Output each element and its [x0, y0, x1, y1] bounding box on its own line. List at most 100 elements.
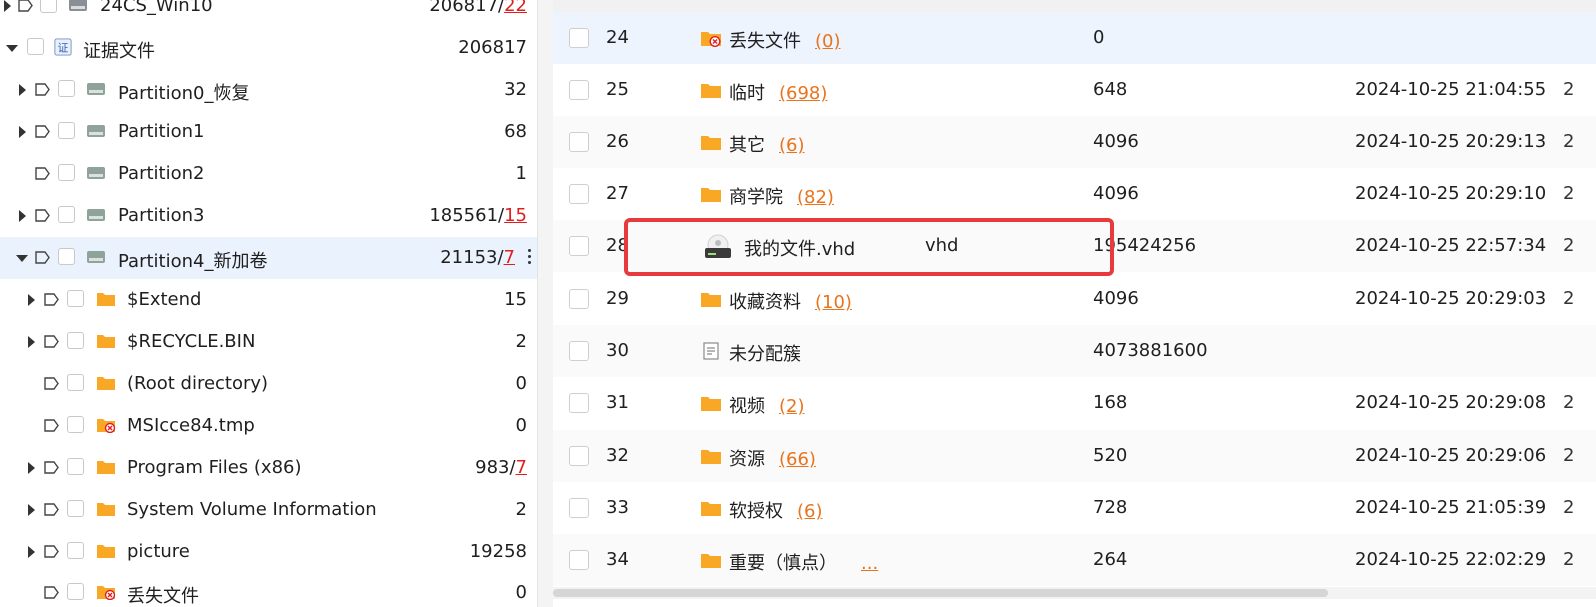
row-checkbox[interactable]: [569, 446, 589, 466]
tag-icon[interactable]: [44, 419, 59, 432]
tree-count-flagged[interactable]: 15: [504, 205, 527, 226]
expand-caret-icon[interactable]: [28, 336, 35, 348]
tree-checkbox[interactable]: [58, 206, 75, 223]
tree-row-partition0[interactable]: Partition0_恢复 32: [0, 69, 537, 111]
tree-row-recycle-bin[interactable]: $RECYCLE.BIN 2: [0, 321, 537, 363]
row-child-count[interactable]: (10): [815, 292, 852, 313]
row-name[interactable]: 丢失文件 (0): [729, 27, 841, 53]
tree-row-partition2[interactable]: Partition2 1: [0, 153, 537, 195]
row-child-count[interactable]: (6): [797, 501, 823, 522]
tree-row-24cs-win10[interactable]: 24CS_Win10 206817/22: [0, 0, 537, 27]
row-checkbox[interactable]: [569, 184, 589, 204]
expand-caret-icon[interactable]: [19, 126, 26, 138]
tree-count-flagged[interactable]: 22: [504, 0, 527, 16]
tag-icon[interactable]: [44, 503, 59, 516]
row-child-count[interactable]: ...: [861, 553, 878, 574]
more-options-icon[interactable]: [528, 249, 532, 267]
table-row[interactable]: 32 资源 (66) 520 2024-10-25 20:29:06 2: [553, 430, 1596, 482]
tree-count-flagged[interactable]: 7: [504, 247, 515, 268]
table-row[interactable]: 34 重要（慎点）... 264 2024-10-25 22:02:29 2: [553, 534, 1596, 586]
row-name[interactable]: 软授权 (6): [729, 497, 823, 523]
table-row[interactable]: 30 未分配簇 4073881600: [553, 325, 1596, 377]
tag-icon[interactable]: [35, 209, 50, 222]
expand-caret-icon[interactable]: [4, 0, 11, 12]
row-name[interactable]: 未分配簇: [729, 340, 801, 366]
tree-checkbox[interactable]: [67, 332, 84, 349]
row-name[interactable]: 临时 (698): [729, 79, 827, 105]
tag-icon[interactable]: [44, 377, 59, 390]
tree-checkbox[interactable]: [27, 38, 44, 55]
tag-icon[interactable]: [35, 167, 50, 180]
row-checkbox[interactable]: [569, 236, 589, 256]
row-name[interactable]: 资源 (66): [729, 445, 816, 471]
tree-checkbox[interactable]: [58, 80, 75, 97]
row-child-count[interactable]: (2): [779, 396, 805, 417]
tag-icon[interactable]: [35, 83, 50, 96]
expand-caret-icon[interactable]: [28, 546, 35, 558]
tree-checkbox[interactable]: [40, 0, 57, 13]
row-name[interactable]: 商学院 (82): [729, 183, 834, 209]
tree-checkbox[interactable]: [67, 583, 84, 600]
tag-icon[interactable]: [35, 125, 50, 138]
row-checkbox[interactable]: [569, 393, 589, 413]
tree-checkbox[interactable]: [67, 374, 84, 391]
collapse-caret-icon[interactable]: [16, 255, 28, 262]
tree-row-msicce84[interactable]: MSIcce84.tmp 0: [0, 405, 537, 447]
row-child-count[interactable]: (66): [779, 449, 816, 470]
tree-row-partition1[interactable]: Partition1 68: [0, 111, 537, 153]
row-name[interactable]: 重要（慎点）...: [729, 549, 878, 575]
panel-splitter[interactable]: [537, 0, 553, 607]
row-checkbox[interactable]: [569, 289, 589, 309]
expand-caret-icon[interactable]: [28, 504, 35, 516]
row-checkbox[interactable]: [569, 80, 589, 100]
row-checkbox[interactable]: [569, 132, 589, 152]
row-checkbox[interactable]: [569, 498, 589, 518]
table-row[interactable]: 33 软授权 (6) 728 2024-10-25 21:05:39 2: [553, 482, 1596, 534]
tree-row-system-volume-information[interactable]: System Volume Information 2: [0, 489, 537, 531]
tree-row-extend[interactable]: $Extend 15: [0, 279, 537, 321]
tree-row-picture[interactable]: picture 19258: [0, 531, 537, 573]
tag-icon[interactable]: [35, 251, 50, 264]
tree-checkbox[interactable]: [67, 500, 84, 517]
table-row[interactable]: 24 丢失文件 (0) 0: [553, 12, 1596, 64]
table-row[interactable]: 27 商学院 (82) 4096 2024-10-25 20:29:10 2: [553, 168, 1596, 220]
row-checkbox[interactable]: [569, 28, 589, 48]
row-child-count[interactable]: (698): [779, 83, 827, 104]
tree-row-lost-files[interactable]: 丢失文件 0: [0, 572, 537, 607]
row-child-count[interactable]: (0): [815, 31, 841, 52]
tree-row-partition3[interactable]: Partition3 185561/15: [0, 195, 537, 237]
row-name[interactable]: 视频 (2): [729, 392, 805, 418]
tree-checkbox[interactable]: [67, 542, 84, 559]
tag-icon[interactable]: [44, 461, 59, 474]
collapse-caret-icon[interactable]: [6, 45, 18, 52]
row-name[interactable]: 其它 (6): [729, 131, 805, 157]
expand-caret-icon[interactable]: [19, 210, 26, 222]
table-row[interactable]: 29 收藏资料 (10) 4096 2024-10-25 20:29:03 2: [553, 273, 1596, 325]
tree-checkbox[interactable]: [58, 248, 75, 265]
expand-caret-icon[interactable]: [19, 84, 26, 96]
table-row[interactable]: 31 视频 (2) 168 2024-10-25 20:29:08 2: [553, 377, 1596, 429]
tree-checkbox[interactable]: [58, 164, 75, 181]
horizontal-scrollbar-thumb[interactable]: [553, 589, 1328, 597]
row-child-count[interactable]: (82): [797, 187, 834, 208]
row-name[interactable]: 收藏资料 (10): [729, 288, 852, 314]
table-row[interactable]: 26 其它 (6) 4096 2024-10-25 20:29:13 2: [553, 116, 1596, 168]
tag-icon[interactable]: [44, 586, 59, 599]
tree-checkbox[interactable]: [67, 416, 84, 433]
tag-icon[interactable]: [44, 545, 59, 558]
expand-caret-icon[interactable]: [28, 462, 35, 474]
row-child-count[interactable]: (6): [779, 135, 805, 156]
tree-row-evidence-files[interactable]: 证 证据文件 206817: [0, 27, 537, 69]
tree-row-partition4[interactable]: Partition4_新加卷 21153/7: [0, 237, 537, 279]
tree-count-flagged[interactable]: 7: [516, 457, 527, 478]
row-checkbox[interactable]: [569, 550, 589, 570]
tree-row-root-directory[interactable]: (Root directory) 0: [0, 363, 537, 405]
tag-icon[interactable]: [18, 0, 33, 12]
tag-icon[interactable]: [44, 293, 59, 306]
tree-checkbox[interactable]: [67, 290, 84, 307]
row-checkbox[interactable]: [569, 341, 589, 361]
tree-checkbox[interactable]: [67, 458, 84, 475]
tag-icon[interactable]: [44, 335, 59, 348]
expand-caret-icon[interactable]: [28, 294, 35, 306]
table-row[interactable]: 25 临时 (698) 648 2024-10-25 21:04:55 2: [553, 64, 1596, 116]
